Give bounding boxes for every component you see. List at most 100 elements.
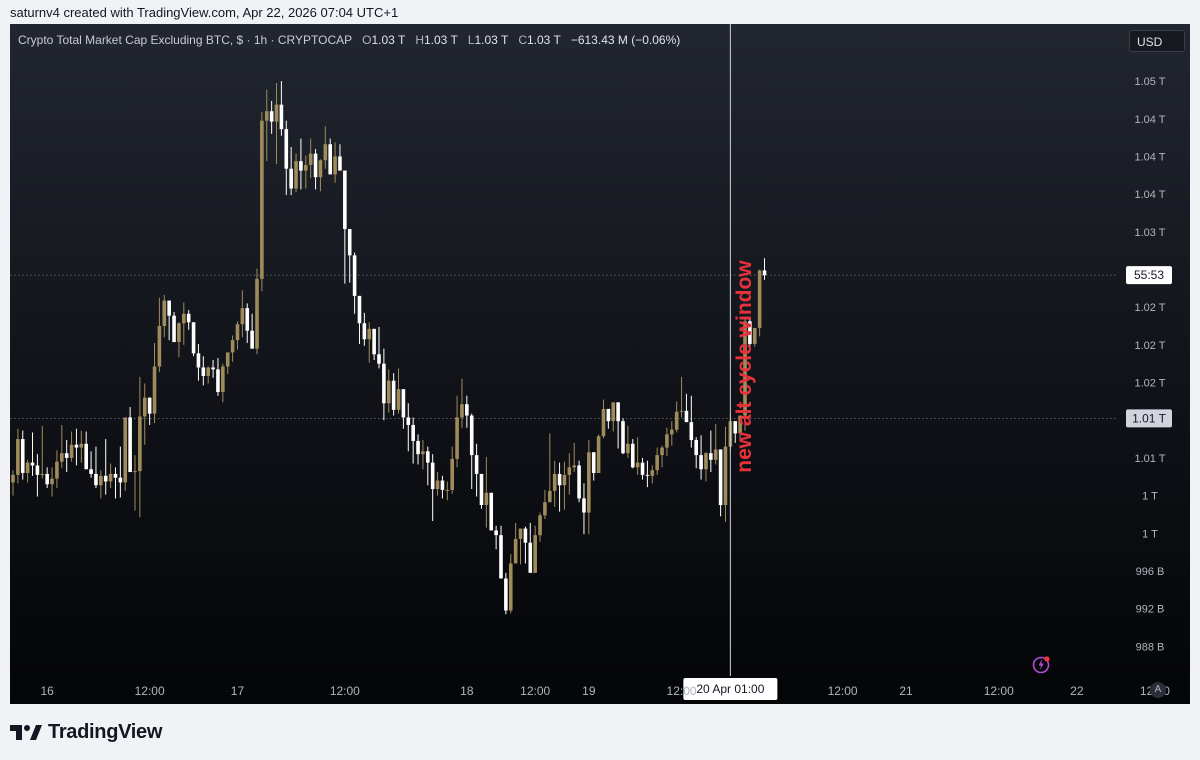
candle bbox=[221, 363, 225, 403]
candle bbox=[611, 402, 616, 432]
candle-body bbox=[225, 352, 230, 367]
candle bbox=[299, 138, 303, 190]
candle-body bbox=[206, 367, 210, 376]
candle bbox=[25, 459, 30, 483]
y-tick-label: 1 T bbox=[1142, 491, 1158, 503]
candle bbox=[435, 472, 440, 496]
candle bbox=[508, 554, 513, 614]
candle bbox=[230, 335, 235, 362]
candle bbox=[543, 489, 547, 520]
candle bbox=[20, 430, 25, 480]
y-tick-label: 1.05 T bbox=[1135, 76, 1166, 88]
candle-body bbox=[396, 389, 401, 410]
chart-pane[interactable]: 20 Apr 01:00 1.05 T 1.04 T 1.04 T 1.04 T 1.0… bbox=[10, 24, 1190, 704]
candle bbox=[709, 430, 713, 473]
candle bbox=[284, 120, 289, 196]
candle-body bbox=[182, 313, 186, 324]
candle-body bbox=[142, 397, 147, 417]
candle-body bbox=[704, 453, 708, 470]
candle-body bbox=[323, 144, 328, 161]
candle-body bbox=[94, 473, 98, 486]
candle bbox=[557, 462, 562, 512]
high-key: H bbox=[415, 33, 424, 47]
candle bbox=[587, 440, 591, 535]
candle-body bbox=[362, 323, 367, 340]
candle bbox=[562, 461, 567, 510]
candle bbox=[45, 467, 49, 489]
candle-body bbox=[372, 328, 376, 355]
candle bbox=[533, 525, 537, 573]
candle-body bbox=[216, 369, 220, 392]
candle-body bbox=[304, 164, 308, 171]
candle-body bbox=[645, 474, 650, 476]
auto-scale-button[interactable]: A bbox=[1150, 682, 1166, 698]
candle bbox=[123, 417, 128, 491]
candle-body bbox=[406, 417, 411, 425]
tradingview-brand[interactable]: TradingView bbox=[10, 719, 162, 745]
candle bbox=[757, 269, 762, 337]
candle-body bbox=[484, 492, 489, 506]
x-tick-label: 17 bbox=[231, 684, 245, 698]
x-tick-label: 18 bbox=[460, 684, 474, 698]
candle-body bbox=[723, 446, 728, 506]
candle bbox=[79, 430, 84, 463]
candle bbox=[518, 528, 523, 565]
candle bbox=[396, 368, 401, 414]
candlestick-chart[interactable]: 20 Apr 01:00 1.05 T 1.04 T 1.04 T 1.04 T 1.0… bbox=[10, 24, 1190, 704]
candle bbox=[206, 366, 210, 384]
candle-body bbox=[450, 458, 454, 490]
candle bbox=[196, 343, 201, 381]
candle bbox=[391, 373, 396, 416]
candle-body bbox=[299, 161, 303, 171]
candle-body bbox=[103, 475, 108, 482]
candle bbox=[640, 457, 645, 480]
candle-body bbox=[689, 422, 694, 441]
candle-body bbox=[343, 170, 347, 229]
candle bbox=[177, 322, 181, 358]
change-value: −613.43 M (−0.06%) bbox=[570, 33, 681, 47]
candle bbox=[650, 465, 655, 484]
candle-body bbox=[562, 474, 567, 486]
candle-body bbox=[338, 156, 342, 171]
candle-body bbox=[694, 440, 698, 456]
y-tick-label: 1.04 T bbox=[1135, 151, 1166, 163]
x-tick-label: 19 bbox=[582, 684, 596, 698]
candle bbox=[157, 297, 162, 373]
candle bbox=[655, 447, 659, 475]
candle-body bbox=[386, 380, 391, 404]
y-tick-label: 1.02 T bbox=[1135, 302, 1166, 314]
candle bbox=[40, 425, 45, 479]
candle bbox=[367, 322, 372, 363]
currency-button[interactable]: USD bbox=[1129, 30, 1185, 52]
candle bbox=[289, 147, 293, 196]
lightning-alert-icon[interactable] bbox=[1032, 654, 1052, 674]
candle bbox=[235, 321, 240, 350]
candle bbox=[479, 473, 484, 509]
y-tick-label: 1 T bbox=[1142, 528, 1158, 540]
candle bbox=[382, 348, 386, 421]
x-tick-label: 12:00 bbox=[330, 684, 360, 698]
candle bbox=[182, 302, 186, 345]
candle-body bbox=[113, 473, 118, 478]
candle-body bbox=[279, 104, 284, 130]
candle-body bbox=[138, 416, 142, 472]
candle-body bbox=[665, 434, 669, 448]
candle bbox=[60, 424, 64, 469]
close-key: C bbox=[518, 33, 527, 47]
candle bbox=[142, 383, 147, 445]
y-tick-label: 1.04 T bbox=[1135, 189, 1166, 201]
candle-body bbox=[40, 473, 45, 475]
candle bbox=[308, 138, 313, 179]
candle-body bbox=[718, 449, 723, 506]
candle bbox=[118, 446, 123, 498]
candle bbox=[426, 446, 430, 486]
candle bbox=[694, 437, 698, 469]
candle-body bbox=[567, 467, 572, 475]
candle-body bbox=[250, 330, 254, 349]
candle bbox=[455, 395, 459, 468]
candle bbox=[460, 378, 464, 428]
candle-body bbox=[25, 462, 30, 473]
candle-body bbox=[79, 443, 84, 448]
candle-body bbox=[552, 473, 557, 491]
candle-body bbox=[221, 366, 225, 392]
